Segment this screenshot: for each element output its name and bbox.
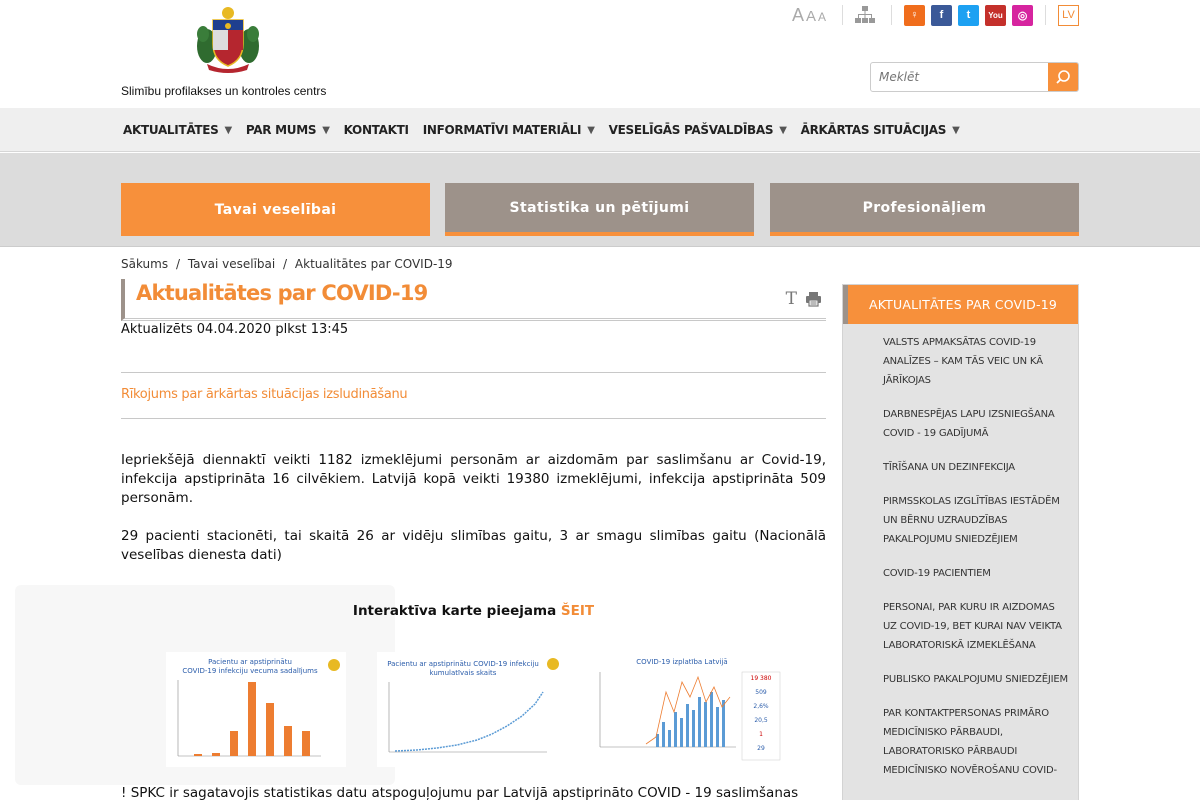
nav-item-label: PAR MUMS bbox=[245, 123, 317, 137]
svg-text:509: 509 bbox=[755, 689, 767, 696]
sidebar-item[interactable]: PIRMSSKOLAS IZGLĪTĪBAS IESTĀDĒM UN BĒRNU… bbox=[883, 492, 1068, 549]
coat-of-arms-icon bbox=[197, 7, 259, 73]
header-toolbar: A A A ♀ f t You ◎ LV bbox=[792, 4, 1079, 26]
breadcrumb-separator: / bbox=[283, 257, 288, 271]
nav-item-label: KONTAKTI bbox=[343, 123, 409, 137]
nav-item-5[interactable]: ĀRKĀRTAS SITUĀCIJAS ▼ bbox=[801, 123, 960, 137]
draugiem-icon[interactable]: ♀ bbox=[904, 4, 925, 26]
notice-link[interactable]: Rīkojums par ārkārtas situācijas izsludi… bbox=[121, 387, 408, 402]
sidebar-item[interactable]: COVID-19 PACIENTIEM bbox=[883, 564, 1068, 583]
tab-tavai-veselibai[interactable]: Tavai veselībai bbox=[121, 183, 430, 236]
font-size-small[interactable]: A bbox=[818, 10, 826, 24]
twitter-icon[interactable]: t bbox=[958, 4, 979, 26]
thumbnail-age-distribution[interactable]: Pacientu ar apstiprinātu COVID-19 infekc… bbox=[166, 652, 346, 767]
svg-text:Pacientu ar apstiprinātu COVID: Pacientu ar apstiprinātu COVID-19 infekc… bbox=[387, 660, 539, 668]
caret-down-icon: ▼ bbox=[322, 124, 330, 136]
search-box bbox=[870, 62, 1079, 92]
svg-text:19 380: 19 380 bbox=[751, 675, 772, 682]
chart-thumbnails: Pacientu ar apstiprinātu COVID-19 infekc… bbox=[121, 652, 826, 767]
sidebar-item[interactable]: VALSTS APMAKSĀTAS COVID-19 ANALĪZES – KA… bbox=[883, 333, 1068, 390]
tab-statistika[interactable]: Statistika un pētījumi bbox=[445, 183, 754, 236]
search-button[interactable] bbox=[1048, 63, 1078, 91]
org-name: Slimību profilakses un kontroles centrs bbox=[121, 84, 327, 98]
breadcrumb-home[interactable]: Sākums bbox=[121, 257, 168, 271]
nav-item-label: INFORMATĪVI MATERIĀLI bbox=[422, 123, 582, 137]
sidebar-heading[interactable]: AKTUALITĀTES PAR COVID-19 bbox=[843, 285, 1078, 324]
map-text: Interaktīva karte pieejama bbox=[352, 603, 561, 619]
caret-down-icon: ▼ bbox=[779, 124, 787, 136]
notice-box: Rīkojums par ārkārtas situācijas izsludi… bbox=[121, 372, 826, 419]
breadcrumb-current: Aktualitātes par COVID-19 bbox=[294, 257, 453, 271]
instagram-icon[interactable]: ◎ bbox=[1012, 4, 1033, 26]
interactive-map-line: Interaktīva karte pieejama ŠEIT bbox=[121, 603, 826, 619]
svg-text:COVID-19 izplatība Latvijā: COVID-19 izplatība Latvijā bbox=[636, 658, 727, 666]
title-bar: Aktualitātes par COVID-19 T bbox=[121, 279, 826, 321]
svg-text:COVID-19 infekciju vecuma sada: COVID-19 infekciju vecuma sadalījums bbox=[182, 667, 318, 675]
nav-item-label: AKTUALITĀTES bbox=[123, 123, 219, 137]
nav-item-label: ĀRKĀRTAS SITUĀCIJAS bbox=[800, 123, 947, 137]
breadcrumb-section[interactable]: Tavai veselībai bbox=[188, 257, 275, 271]
nav-item-label: VESELĪGĀS PAŠVALDĪBAS bbox=[608, 123, 774, 137]
thumbnail-cumulative[interactable]: Pacientu ar apstiprinātu COVID-19 infekc… bbox=[377, 652, 562, 767]
sidebar-item[interactable]: TĪRĪŠANA UN DEZINFEKCIJA bbox=[883, 458, 1068, 477]
nav-item-4[interactable]: VESELĪGĀS PAŠVALDĪBAS ▼ bbox=[609, 123, 787, 137]
paragraph-hospitalized: 29 pacienti stacionēti, tai skaitā 26 ar… bbox=[121, 528, 826, 563]
divider bbox=[842, 5, 843, 25]
nav-item-1[interactable]: PAR MUMS ▼ bbox=[246, 123, 330, 137]
page-title: Aktualitātes par COVID-19 bbox=[136, 281, 428, 305]
sidebar-item[interactable]: PERSONAI, PAR KURU IR AIZDOMAS UZ COVID-… bbox=[883, 598, 1068, 655]
caret-down-icon: ▼ bbox=[952, 124, 960, 136]
sidebar-item[interactable]: PUBLISKO PAKALPOJUMU SNIEDZĒJIEM bbox=[883, 670, 1068, 689]
svg-text:Pacientu ar apstiprinātu: Pacientu ar apstiprinātu bbox=[208, 658, 292, 666]
site-logo[interactable]: Slimību profilakses un kontroles centrs bbox=[121, 4, 341, 98]
font-size-medium[interactable]: A bbox=[806, 8, 816, 25]
caret-down-icon: ▼ bbox=[224, 124, 233, 136]
site-header: Slimību profilakses un kontroles centrs … bbox=[0, 0, 1200, 108]
divider bbox=[1045, 5, 1046, 25]
nav-item-0[interactable]: AKTUALITĀTES ▼ bbox=[123, 123, 232, 137]
nav-item-2[interactable]: KONTAKTI bbox=[344, 123, 409, 137]
paragraph-tests: Iepriekšējā diennaktī veikti 1182 izmekl… bbox=[121, 452, 826, 506]
sidebar-item[interactable]: PAR KONTAKTPERSONAS PRIMĀRO MEDICĪNISKO … bbox=[883, 704, 1068, 780]
paragraph-statistics: ! SPKC ir sagatavojis statistikas datu a… bbox=[121, 785, 799, 800]
text-size-icon[interactable]: T bbox=[786, 289, 797, 309]
sidebar: AKTUALITĀTES PAR COVID-19 VALSTS APMAKSĀ… bbox=[842, 284, 1079, 800]
svg-text:1: 1 bbox=[759, 731, 763, 738]
search-icon bbox=[1056, 70, 1070, 84]
font-size-large[interactable]: A bbox=[792, 5, 804, 26]
sidebar-item[interactable]: DARBNESPĒJAS LAPU IZSNIEGŠANA COVID - 19… bbox=[883, 405, 1068, 443]
search-input[interactable] bbox=[871, 63, 1048, 91]
tab-profesionaliem[interactable]: Profesionāļiem bbox=[770, 183, 1079, 236]
divider bbox=[891, 5, 892, 25]
font-size-switcher: A A A bbox=[792, 5, 826, 26]
youtube-icon[interactable]: You bbox=[985, 4, 1006, 26]
thumbnail-spread[interactable]: COVID-19 izplatība Latvijā 19 380 509 2,… bbox=[586, 652, 786, 767]
page-tools: T bbox=[786, 289, 822, 309]
print-icon[interactable] bbox=[805, 291, 822, 307]
main-navigation: AKTUALITĀTES ▼ PAR MUMS ▼ KONTAKTI INFORMATĪV… bbox=[0, 108, 1200, 152]
breadcrumb-separator: / bbox=[175, 257, 180, 271]
svg-text:29: 29 bbox=[757, 745, 765, 752]
caret-down-icon: ▼ bbox=[587, 124, 595, 136]
breadcrumb: Sākums / Tavai veselībai / Aktualitātes … bbox=[121, 257, 457, 271]
facebook-icon[interactable]: f bbox=[931, 4, 952, 26]
map-link[interactable]: ŠEIT bbox=[561, 603, 594, 619]
svg-text:20,5: 20,5 bbox=[754, 717, 768, 724]
section-tabs: Tavai veselībai Statistika un pētījumi P… bbox=[0, 153, 1200, 247]
svg-text:kumulatīvais skaits: kumulatīvais skaits bbox=[430, 669, 497, 677]
language-switch[interactable]: LV bbox=[1058, 4, 1079, 26]
svg-text:2,6%: 2,6% bbox=[753, 703, 769, 710]
nav-item-3[interactable]: INFORMATĪVI MATERIĀLI ▼ bbox=[423, 123, 595, 137]
sitemap-icon[interactable] bbox=[855, 5, 875, 25]
updated-date: Aktualizēts 04.04.2020 plkst 13:45 bbox=[121, 322, 349, 337]
